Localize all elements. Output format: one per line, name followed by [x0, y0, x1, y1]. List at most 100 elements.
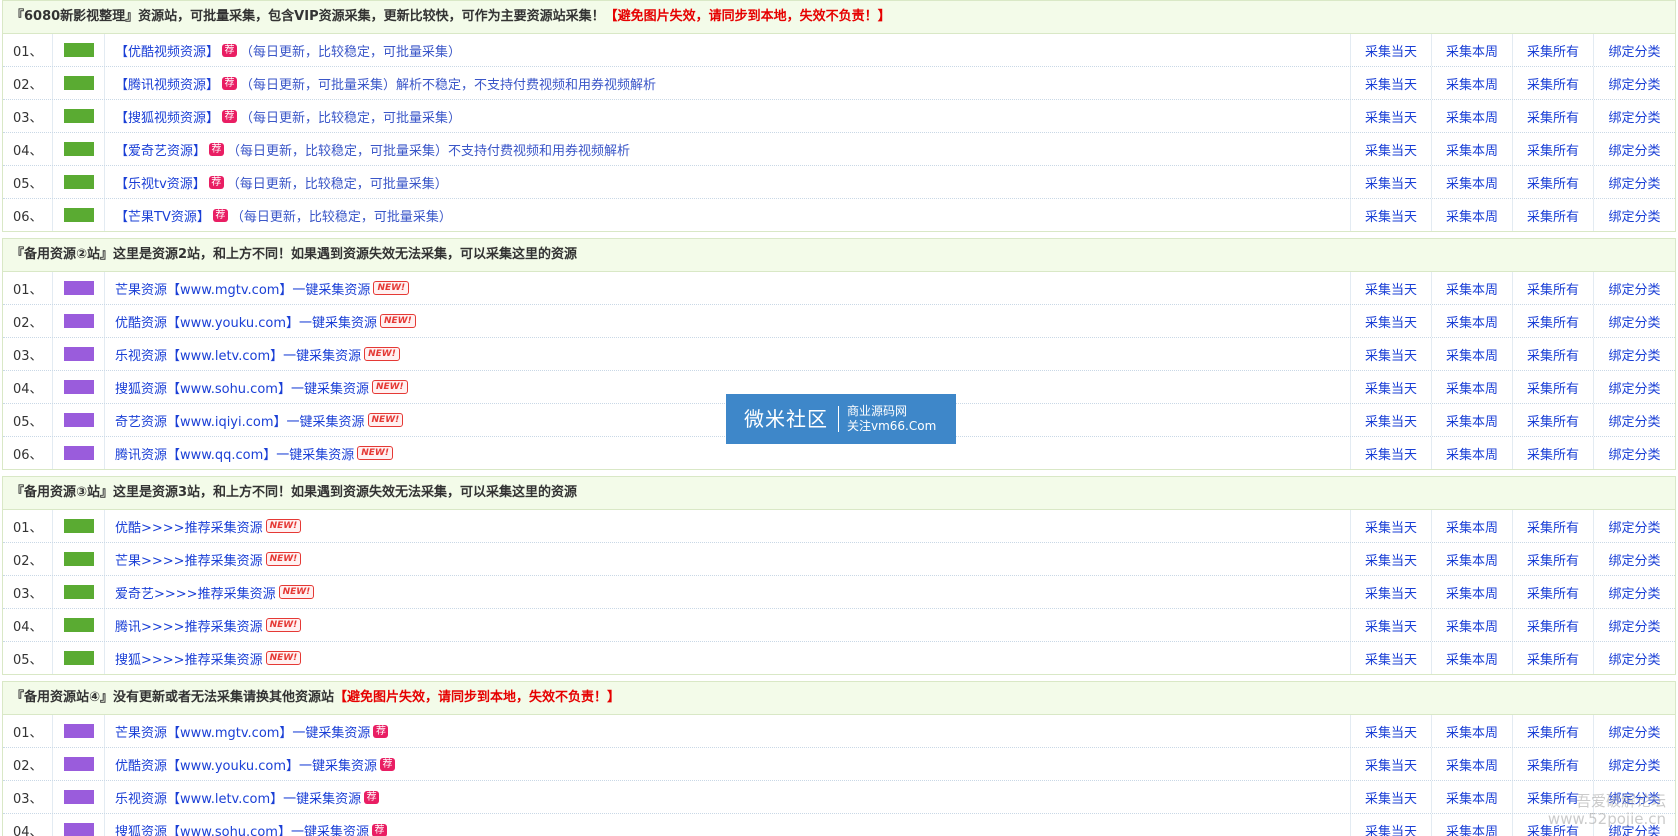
resource-link[interactable]: 乐视资源【www.letv.com】一键采集资源: [115, 788, 361, 807]
bind-category-link[interactable]: 绑定分类: [1594, 166, 1675, 198]
collect-all-link[interactable]: 采集所有: [1513, 404, 1594, 436]
collect-today-link[interactable]: 采集当天: [1351, 781, 1432, 813]
collect-week-link[interactable]: 采集本周: [1432, 199, 1513, 231]
bind-category-link[interactable]: 绑定分类: [1594, 67, 1675, 99]
collect-week-link[interactable]: 采集本周: [1432, 510, 1513, 542]
collect-week-link[interactable]: 采集本周: [1432, 338, 1513, 370]
resource-link[interactable]: 奇艺资源【www.iqiyi.com】一键采集资源: [115, 411, 365, 430]
collect-today-link[interactable]: 采集当天: [1351, 715, 1432, 747]
resource-link[interactable]: 优酷资源【www.youku.com】一键采集资源: [115, 312, 377, 331]
bind-category-link[interactable]: 绑定分类: [1594, 642, 1675, 674]
collect-all-link[interactable]: 采集所有: [1513, 510, 1594, 542]
bind-category-link[interactable]: 绑定分类: [1594, 609, 1675, 641]
collect-week-link[interactable]: 采集本周: [1432, 305, 1513, 337]
collect-today-link[interactable]: 采集当天: [1351, 34, 1432, 66]
collect-week-link[interactable]: 采集本周: [1432, 748, 1513, 780]
collect-week-link[interactable]: 采集本周: [1432, 34, 1513, 66]
collect-today-link[interactable]: 采集当天: [1351, 609, 1432, 641]
collect-all-link[interactable]: 采集所有: [1513, 609, 1594, 641]
resource-link[interactable]: 【芒果TV资源】: [115, 206, 210, 225]
collect-today-link[interactable]: 采集当天: [1351, 814, 1432, 836]
resource-link[interactable]: 【乐视tv资源】: [115, 173, 206, 192]
resource-link[interactable]: 乐视资源【www.letv.com】一键采集资源: [115, 345, 361, 364]
resource-link[interactable]: 【腾讯视频资源】: [115, 74, 219, 93]
resource-link[interactable]: 【优酷视频资源】: [115, 41, 219, 60]
collect-week-link[interactable]: 采集本周: [1432, 133, 1513, 165]
resource-link[interactable]: 【搜狐视频资源】: [115, 107, 219, 126]
collect-today-link[interactable]: 采集当天: [1351, 199, 1432, 231]
collect-week-link[interactable]: 采集本周: [1432, 272, 1513, 304]
resource-link[interactable]: 搜狐资源【www.sohu.com】一键采集资源: [115, 378, 369, 397]
resource-link[interactable]: 爱奇艺>>>>推荐采集资源: [115, 583, 276, 602]
bind-category-link[interactable]: 绑定分类: [1594, 305, 1675, 337]
collect-week-link[interactable]: 采集本周: [1432, 781, 1513, 813]
bind-category-link[interactable]: 绑定分类: [1594, 338, 1675, 370]
bind-category-link[interactable]: 绑定分类: [1594, 404, 1675, 436]
collect-all-link[interactable]: 采集所有: [1513, 371, 1594, 403]
bind-category-link[interactable]: 绑定分类: [1594, 510, 1675, 542]
resource-link[interactable]: 【爱奇艺资源】: [115, 140, 206, 159]
resource-link[interactable]: 搜狐资源【www.sohu.com】一键采集资源: [115, 821, 369, 836]
collect-today-link[interactable]: 采集当天: [1351, 305, 1432, 337]
collect-today-link[interactable]: 采集当天: [1351, 576, 1432, 608]
bind-category-link[interactable]: 绑定分类: [1594, 133, 1675, 165]
resource-link[interactable]: 优酷资源【www.youku.com】一键采集资源: [115, 755, 377, 774]
collect-all-link[interactable]: 采集所有: [1513, 543, 1594, 575]
resource-link[interactable]: 芒果资源【www.mgtv.com】一键采集资源: [115, 722, 370, 741]
collect-week-link[interactable]: 采集本周: [1432, 100, 1513, 132]
bind-category-link[interactable]: 绑定分类: [1594, 576, 1675, 608]
collect-today-link[interactable]: 采集当天: [1351, 133, 1432, 165]
collect-all-link[interactable]: 采集所有: [1513, 199, 1594, 231]
collect-today-link[interactable]: 采集当天: [1351, 371, 1432, 403]
resource-link[interactable]: 优酷>>>>推荐采集资源: [115, 517, 263, 536]
bind-category-link[interactable]: 绑定分类: [1594, 272, 1675, 304]
collect-week-link[interactable]: 采集本周: [1432, 371, 1513, 403]
collect-week-link[interactable]: 采集本周: [1432, 576, 1513, 608]
collect-today-link[interactable]: 采集当天: [1351, 510, 1432, 542]
collect-all-link[interactable]: 采集所有: [1513, 748, 1594, 780]
collect-week-link[interactable]: 采集本周: [1432, 715, 1513, 747]
collect-today-link[interactable]: 采集当天: [1351, 338, 1432, 370]
resource-link[interactable]: 搜狐>>>>推荐采集资源: [115, 649, 263, 668]
collect-today-link[interactable]: 采集当天: [1351, 272, 1432, 304]
collect-today-link[interactable]: 采集当天: [1351, 67, 1432, 99]
collect-all-link[interactable]: 采集所有: [1513, 576, 1594, 608]
collect-today-link[interactable]: 采集当天: [1351, 100, 1432, 132]
bind-category-link[interactable]: 绑定分类: [1594, 199, 1675, 231]
bind-category-link[interactable]: 绑定分类: [1594, 715, 1675, 747]
collect-all-link[interactable]: 采集所有: [1513, 133, 1594, 165]
collect-week-link[interactable]: 采集本周: [1432, 609, 1513, 641]
bind-category-link[interactable]: 绑定分类: [1594, 748, 1675, 780]
bind-category-link[interactable]: 绑定分类: [1594, 543, 1675, 575]
collect-today-link[interactable]: 采集当天: [1351, 404, 1432, 436]
collect-today-link[interactable]: 采集当天: [1351, 543, 1432, 575]
bind-category-link[interactable]: 绑定分类: [1594, 100, 1675, 132]
resource-link[interactable]: 芒果>>>>推荐采集资源: [115, 550, 263, 569]
bind-category-link[interactable]: 绑定分类: [1594, 437, 1675, 469]
collect-all-link[interactable]: 采集所有: [1513, 715, 1594, 747]
collect-today-link[interactable]: 采集当天: [1351, 748, 1432, 780]
collect-week-link[interactable]: 采集本周: [1432, 437, 1513, 469]
collect-week-link[interactable]: 采集本周: [1432, 642, 1513, 674]
collect-week-link[interactable]: 采集本周: [1432, 404, 1513, 436]
collect-today-link[interactable]: 采集当天: [1351, 166, 1432, 198]
collect-today-link[interactable]: 采集当天: [1351, 437, 1432, 469]
collect-week-link[interactable]: 采集本周: [1432, 166, 1513, 198]
collect-all-link[interactable]: 采集所有: [1513, 34, 1594, 66]
collect-week-link[interactable]: 采集本周: [1432, 543, 1513, 575]
resource-link[interactable]: 腾讯>>>>推荐采集资源: [115, 616, 263, 635]
resource-link[interactable]: 芒果资源【www.mgtv.com】一键采集资源: [115, 279, 370, 298]
resource-link[interactable]: 腾讯资源【www.qq.com】一键采集资源: [115, 444, 354, 463]
collect-week-link[interactable]: 采集本周: [1432, 814, 1513, 836]
collect-today-link[interactable]: 采集当天: [1351, 642, 1432, 674]
collect-all-link[interactable]: 采集所有: [1513, 305, 1594, 337]
collect-all-link[interactable]: 采集所有: [1513, 338, 1594, 370]
collect-all-link[interactable]: 采集所有: [1513, 67, 1594, 99]
bind-category-link[interactable]: 绑定分类: [1594, 371, 1675, 403]
bind-category-link[interactable]: 绑定分类: [1594, 34, 1675, 66]
collect-all-link[interactable]: 采集所有: [1513, 100, 1594, 132]
collect-all-link[interactable]: 采集所有: [1513, 642, 1594, 674]
collect-all-link[interactable]: 采集所有: [1513, 272, 1594, 304]
collect-week-link[interactable]: 采集本周: [1432, 67, 1513, 99]
collect-all-link[interactable]: 采集所有: [1513, 437, 1594, 469]
